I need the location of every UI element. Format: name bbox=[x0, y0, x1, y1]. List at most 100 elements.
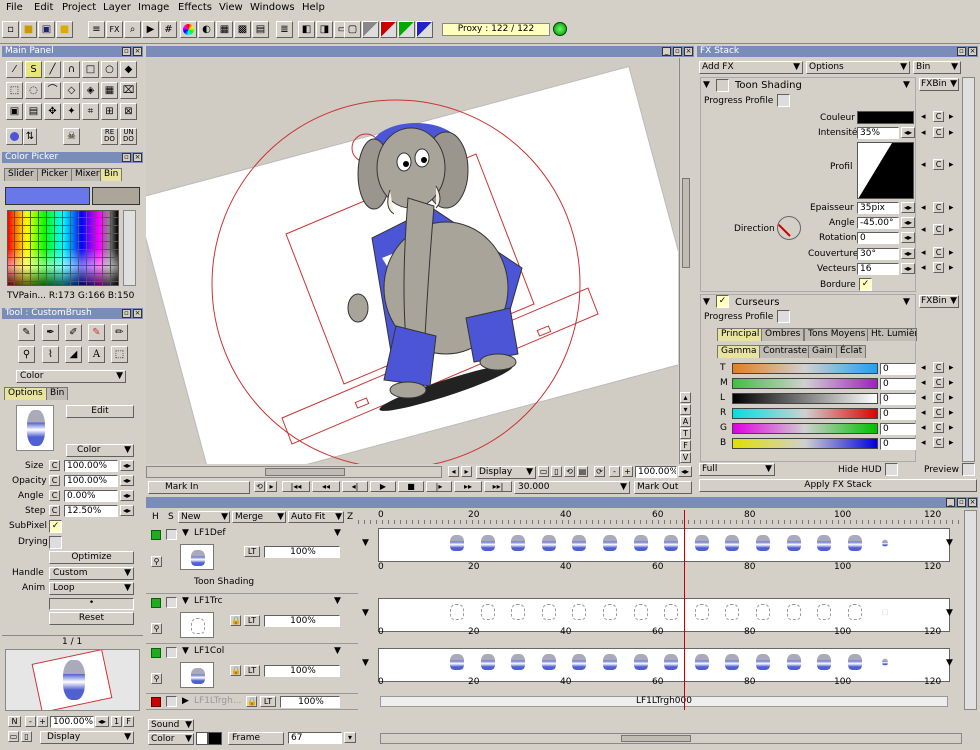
menu-project[interactable]: Project bbox=[62, 2, 96, 13]
ellipse-tool-icon[interactable]: ○ bbox=[101, 61, 118, 78]
key-next-icon[interactable]: ▸ bbox=[949, 160, 954, 171]
light-icon[interactable]: ◐ bbox=[198, 21, 215, 38]
frame-thumb-icon[interactable] bbox=[756, 654, 770, 670]
drying-checkbox[interactable] bbox=[49, 536, 62, 549]
value-m[interactable]: 0 bbox=[880, 378, 916, 390]
layer-visible-toggle[interactable] bbox=[151, 697, 161, 707]
restore-icon[interactable]: ▫ bbox=[673, 47, 682, 56]
frame-thumb-icon[interactable] bbox=[450, 604, 464, 620]
canvas-zoom-minus[interactable]: - bbox=[609, 466, 620, 477]
frame-thumb-icon[interactable] bbox=[603, 654, 617, 670]
canvas-viewport[interactable] bbox=[146, 58, 678, 464]
close-icon[interactable]: × bbox=[684, 47, 693, 56]
layer-lock-icon[interactable]: 🔒 bbox=[230, 665, 241, 676]
step-stepper[interactable]: ◂▸ bbox=[120, 505, 134, 516]
key-next-icon[interactable]: ▸ bbox=[949, 248, 954, 259]
frame-thumb-icon[interactable] bbox=[633, 654, 648, 670]
freehand-curve-icon[interactable]: S bbox=[25, 61, 42, 78]
screen-icon[interactable]: ▢ bbox=[344, 21, 361, 38]
key-prev-icon[interactable]: ◂ bbox=[921, 408, 926, 419]
canvas-side-f[interactable]: F bbox=[680, 440, 691, 451]
layer-row-lf1trc[interactable]: ▼ LF1Trc ▼ ⚲ 🔒 LT 100% bbox=[146, 594, 358, 644]
key-c-button[interactable]: C bbox=[933, 159, 944, 170]
key-next-icon[interactable]: ▸ bbox=[949, 225, 954, 236]
step-field[interactable]: 12.50% bbox=[64, 505, 118, 517]
warp-icon[interactable]: ▤ bbox=[25, 103, 42, 120]
select-rect-icon[interactable]: ⬚ bbox=[6, 82, 23, 99]
frame-thumb-icon[interactable] bbox=[633, 604, 648, 620]
couleur-swatch[interactable] bbox=[857, 111, 914, 124]
layer-row-lf1def[interactable]: ▼ LF1Def ▼ ⚲ LT 100% Toon Shading bbox=[146, 524, 358, 594]
menu-file[interactable]: File bbox=[6, 2, 23, 13]
frame-thumb-icon[interactable] bbox=[603, 535, 617, 551]
frame-stepper[interactable]: ▾ bbox=[344, 732, 356, 743]
navigator-preview[interactable] bbox=[5, 649, 140, 711]
fx-options-select[interactable]: Options ▼ bbox=[806, 61, 910, 74]
crop-icon[interactable]: ⌗ bbox=[82, 103, 99, 120]
bordure-checkbox[interactable]: ✓ bbox=[859, 278, 872, 291]
value-t[interactable]: 0 bbox=[880, 363, 916, 375]
frame-thumb-icon[interactable] bbox=[541, 654, 556, 670]
frame-thumb-icon[interactable] bbox=[450, 654, 464, 670]
select-color-icon[interactable]: ▦ bbox=[101, 82, 118, 99]
frame-thumb-icon[interactable] bbox=[786, 604, 801, 620]
tab-gamma[interactable]: Gamma bbox=[717, 345, 761, 358]
key-prev-icon[interactable]: ◂ bbox=[921, 128, 926, 139]
frame-thumb-icon[interactable] bbox=[664, 535, 679, 551]
curseurs-enable-checkbox[interactable]: ✓ bbox=[716, 295, 729, 308]
key-next-icon[interactable]: ▸ bbox=[949, 263, 954, 274]
toon-expand-icon[interactable]: ▼ bbox=[703, 80, 710, 91]
frame-thumb-icon[interactable] bbox=[572, 604, 587, 620]
menu-effects[interactable]: Effects bbox=[178, 2, 212, 13]
folder-icon[interactable]: ■ bbox=[56, 21, 73, 38]
layer-solo-checkbox[interactable] bbox=[166, 597, 177, 608]
tab-contraste[interactable]: Contraste bbox=[759, 345, 811, 358]
play-icon[interactable]: ▶ bbox=[142, 21, 159, 38]
preview-checkbox[interactable] bbox=[962, 463, 975, 476]
slider-g[interactable] bbox=[732, 423, 878, 434]
key-prev-icon[interactable]: ◂ bbox=[921, 112, 926, 123]
clear-select-icon[interactable]: ⌧ bbox=[120, 82, 137, 99]
mask-icon[interactable]: ▦ bbox=[216, 21, 233, 38]
handle-select[interactable]: Custom ▼ bbox=[49, 567, 134, 580]
tab-ht-lumiere[interactable]: Ht. Lumière bbox=[867, 328, 917, 341]
layer-lt-button[interactable]: LT bbox=[244, 665, 260, 676]
frame-thumb-icon[interactable] bbox=[480, 604, 495, 620]
restore-icon[interactable]: ▫ bbox=[122, 153, 131, 162]
frame-thumb-icon[interactable] bbox=[511, 535, 526, 551]
key-next-icon[interactable]: ▸ bbox=[949, 438, 954, 449]
play-button-icon[interactable]: ▶ bbox=[370, 481, 396, 492]
frame-field[interactable]: 67 bbox=[288, 732, 342, 744]
key-prev-icon[interactable]: ◂ bbox=[921, 423, 926, 434]
spline-tool-icon[interactable]: ∩ bbox=[63, 61, 80, 78]
canvas-nav-right[interactable]: ▸ bbox=[461, 466, 472, 477]
canvas-view-btn2[interactable]: ▯ bbox=[551, 466, 562, 477]
key-next-icon[interactable]: ▸ bbox=[949, 203, 954, 214]
restore-icon[interactable]: ▫ bbox=[122, 309, 131, 318]
next-frame-icon[interactable]: |▸ bbox=[426, 481, 452, 492]
minimize-icon[interactable]: _ bbox=[662, 47, 671, 56]
key-next-icon[interactable]: ▸ bbox=[949, 393, 954, 404]
layer-menu-icon[interactable]: ▼ bbox=[334, 646, 341, 657]
navigator-minus-button[interactable]: - bbox=[25, 716, 36, 727]
value-g[interactable]: 0 bbox=[880, 423, 916, 435]
pan-icon[interactable]: ✥ bbox=[44, 103, 61, 120]
frame-thumb-icon[interactable] bbox=[817, 654, 832, 670]
tab-gain[interactable]: Gain bbox=[808, 345, 837, 358]
key-c-button[interactable]: C bbox=[933, 362, 944, 373]
key-c-button[interactable]: C bbox=[933, 247, 944, 258]
frame-thumb-icon[interactable] bbox=[450, 535, 464, 551]
size-stepper[interactable]: ◂▸ bbox=[120, 460, 134, 471]
layer-expand-icon[interactable]: ▼ bbox=[182, 596, 189, 607]
canvas-zoom-stepper[interactable]: ◂▸ bbox=[678, 466, 692, 477]
navigator-plus-button[interactable]: + bbox=[37, 716, 48, 727]
select-poly-icon[interactable]: ◇ bbox=[63, 82, 80, 99]
value-l[interactable]: 0 bbox=[880, 393, 916, 405]
color-white-swatch[interactable] bbox=[196, 732, 208, 745]
new-icon[interactable]: ▫ bbox=[2, 21, 19, 38]
freehand-line-icon[interactable]: ⁄ bbox=[6, 61, 23, 78]
primary-color-swatch[interactable] bbox=[5, 187, 90, 205]
key-prev-icon[interactable]: ◂ bbox=[921, 160, 926, 171]
canvas-view-btn1[interactable]: ▭ bbox=[538, 466, 549, 477]
step-c-button[interactable]: C bbox=[49, 505, 60, 516]
